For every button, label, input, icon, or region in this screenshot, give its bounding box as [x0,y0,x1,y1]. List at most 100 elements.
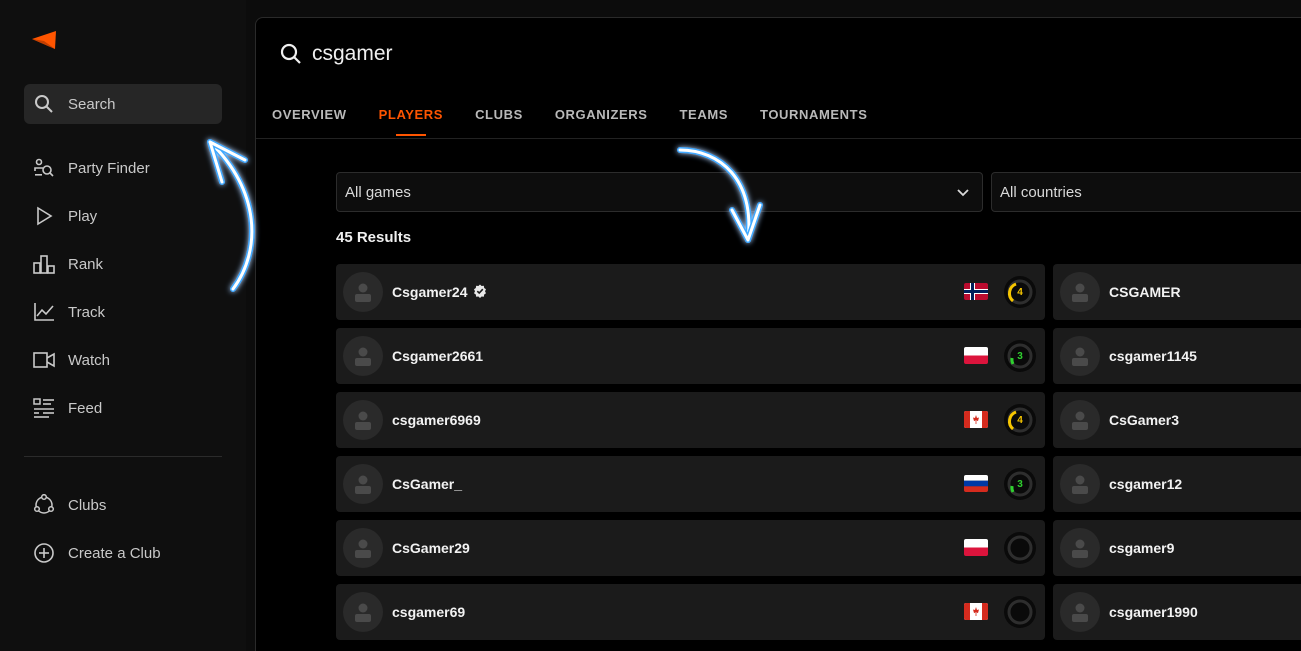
player-name[interactable]: CsGamer29 [392,540,470,556]
skill-level-value: 3 [1017,478,1023,490]
poland-flag-icon [964,539,988,556]
player-name[interactable]: CsGamer_ [392,476,462,492]
skill-level-icon: 3 [1004,468,1036,500]
sidebar: Search Party Finder Play Rank Track Watc… [0,0,246,651]
player-card[interactable]: CSGAMER [1053,264,1301,320]
tab-overview[interactable]: OVERVIEW [272,107,347,136]
country-filter-value: All countries [1000,183,1082,201]
skill-level-value: 3 [1017,350,1023,362]
skill-level-value: 4 [1017,286,1023,298]
avatar[interactable] [1060,464,1100,504]
player-name[interactable]: csgamer6969 [392,412,481,428]
sidebar-item-create-club[interactable]: Create a Club [24,533,222,573]
search-icon [280,43,301,64]
poland-flag-icon [964,347,988,364]
player-name[interactable]: CsGamer3 [1109,412,1179,428]
avatar[interactable] [343,528,383,568]
sidebar-item-party-finder[interactable]: Party Finder [24,148,222,188]
canada-flag-icon [964,411,988,428]
avatar[interactable] [343,592,383,632]
sidebar-item-watch[interactable]: Watch [24,340,222,380]
sidebar-search-label: Search [68,95,116,113]
player-name[interactable]: csgamer1990 [1109,604,1198,620]
player-name-text: csgamer1990 [1109,604,1198,620]
player-name[interactable]: csgamer9 [1109,540,1174,556]
skill-level-icon: 3 [1004,340,1036,372]
player-name-text: csgamer1145 [1109,348,1197,364]
country-filter-select[interactable]: All countries [991,172,1301,212]
sidebar-item-label: Watch [68,351,110,369]
player-name[interactable]: csgamer12 [1109,476,1182,492]
tab-teams[interactable]: TEAMS [680,107,729,136]
tab-clubs[interactable]: CLUBS [475,107,523,136]
avatar[interactable] [1060,272,1100,312]
player-name[interactable]: Csgamer24 [392,284,487,301]
player-name-text: Csgamer2661 [392,348,484,364]
player-name-text: CsGamer29 [392,540,470,556]
player-card[interactable]: csgamer6969 4 [336,392,1045,448]
player-card[interactable]: csgamer69 [336,584,1045,640]
tabs-divider [256,138,1301,139]
search-query-row[interactable]: csgamer [280,42,393,66]
canada-flag-icon [964,603,988,620]
skill-level-icon: 4 [1004,404,1036,436]
search-input[interactable]: csgamer [312,42,393,66]
player-name[interactable]: Csgamer2661 [392,348,483,364]
avatar[interactable] [1060,400,1100,440]
player-name[interactable]: csgamer69 [392,604,465,620]
sidebar-item-clubs[interactable]: Clubs [24,485,222,525]
player-name[interactable]: csgamer1145 [1109,348,1197,364]
clubs-icon [32,493,56,517]
faceit-logo[interactable] [31,30,57,50]
skill-level-icon: 4 [1004,276,1036,308]
avatar[interactable] [1060,528,1100,568]
player-card[interactable]: Csgamer2661 3 [336,328,1045,384]
avatar[interactable] [343,272,383,312]
tab-players[interactable]: PLAYERS [379,107,443,136]
sidebar-item-label: Clubs [68,496,107,514]
skill-level-value: 4 [1017,414,1023,426]
avatar[interactable] [343,336,383,376]
result-tabs: OVERVIEW PLAYERS CLUBS ORGANIZERS TEAMS … [272,107,900,136]
skill-level-icon [1004,532,1036,564]
sidebar-item-label: Party Finder [68,159,150,177]
avatar[interactable] [1060,592,1100,632]
tab-organizers[interactable]: ORGANIZERS [555,107,648,136]
feed-icon [32,396,56,420]
track-icon [32,300,56,324]
search-icon [35,95,53,113]
sidebar-search-button[interactable]: Search [24,84,222,124]
sidebar-item-play[interactable]: Play [24,196,222,236]
player-name-text: csgamer9 [1109,540,1175,556]
norway-flag-icon [964,283,988,300]
player-name-text: CSGAMER [1109,284,1181,300]
player-name-text: csgamer12 [1109,476,1183,492]
sidebar-item-label: Create a Club [68,544,161,562]
player-card[interactable]: Csgamer24 4 [336,264,1045,320]
game-filter-select[interactable]: All games [336,172,983,212]
player-card[interactable]: CsGamer3 [1053,392,1301,448]
game-filter-value: All games [345,183,411,201]
sidebar-item-label: Feed [68,399,103,417]
player-name[interactable]: CSGAMER [1109,284,1181,300]
player-card[interactable]: CsGamer29 [336,520,1045,576]
russia-flag-icon [964,475,988,492]
avatar[interactable] [343,464,383,504]
player-card[interactable]: csgamer1990 [1053,584,1301,640]
plus-circle-icon [32,541,56,565]
player-card[interactable]: csgamer12 [1053,456,1301,512]
avatar[interactable] [1060,336,1100,376]
watch-icon [32,348,56,372]
sidebar-item-rank[interactable]: Rank [24,244,222,284]
player-name-text: csgamer6969 [392,412,481,428]
party-finder-icon [32,156,56,180]
player-card[interactable]: csgamer9 [1053,520,1301,576]
avatar[interactable] [343,400,383,440]
player-card[interactable]: CsGamer_ 3 [336,456,1045,512]
sidebar-item-track[interactable]: Track [24,292,222,332]
sidebar-item-label: Track [68,303,105,321]
rank-icon [32,252,56,276]
player-card[interactable]: csgamer1145 [1053,328,1301,384]
tab-tournaments[interactable]: TOURNAMENTS [760,107,867,136]
sidebar-item-feed[interactable]: Feed [24,388,222,428]
